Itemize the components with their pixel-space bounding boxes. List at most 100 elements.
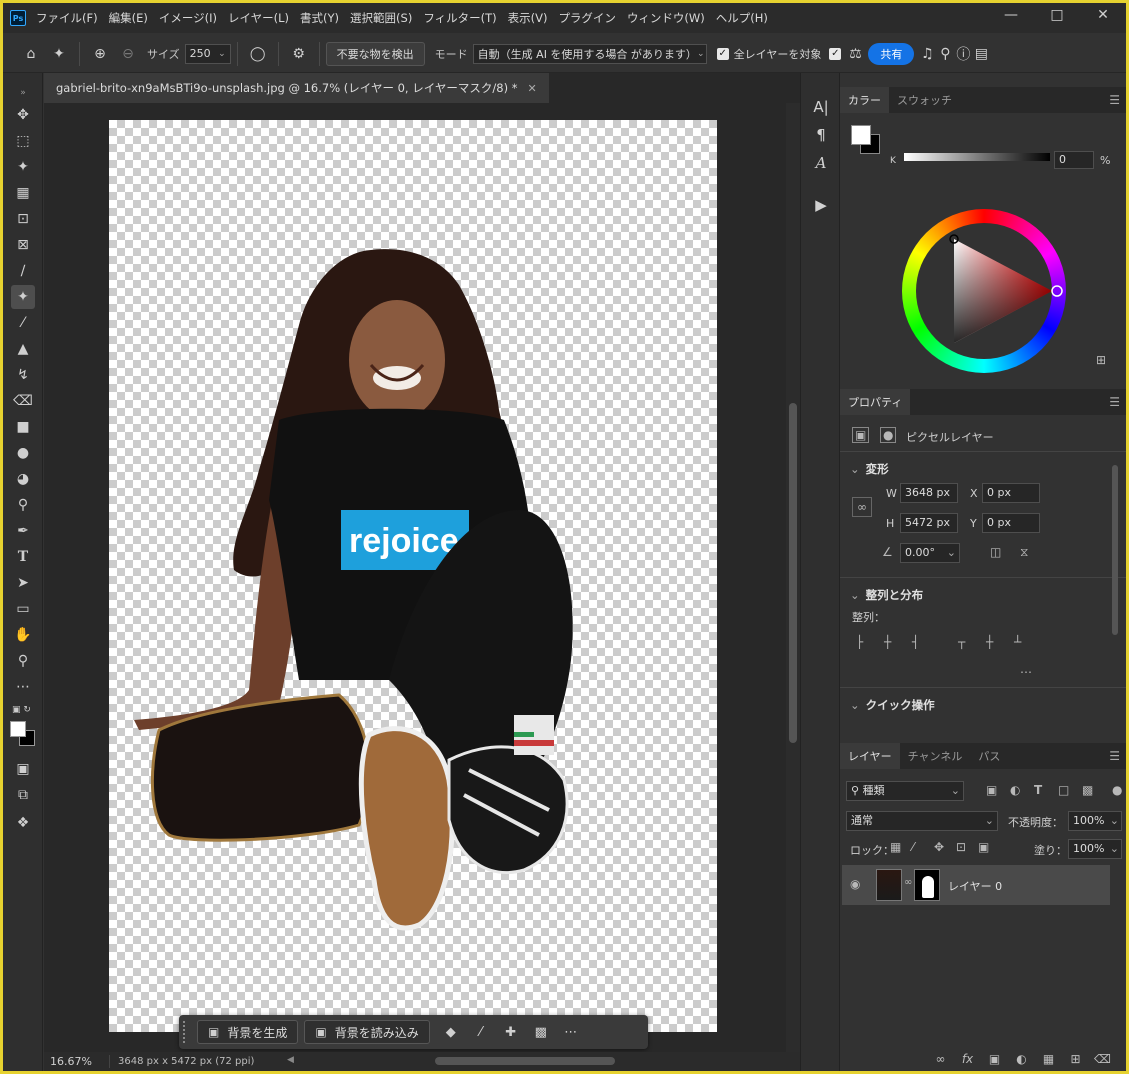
filter-toggle-icon[interactable]: ●	[1112, 783, 1122, 797]
panel-menu-icon[interactable]: ☰	[1109, 749, 1120, 763]
lock-artboard-icon[interactable]: ⊡	[956, 840, 966, 854]
align-section-title[interactable]: ⌄ 整列と分布	[850, 587, 923, 603]
pressure-icon[interactable]: ◯	[244, 41, 272, 67]
remove-tool-icon[interactable]: ✦	[11, 285, 35, 309]
document-canvas[interactable]: rejoice	[109, 120, 717, 1032]
k-slider[interactable]	[904, 153, 1050, 161]
quick-select-tool-icon[interactable]: ▦	[11, 181, 35, 205]
menu-layer[interactable]: レイヤー(L)	[228, 10, 289, 26]
flip-vertical-icon[interactable]: ⧖	[1020, 545, 1028, 560]
brush-icon[interactable]: ⁄	[466, 1020, 496, 1044]
align-center-v-icon[interactable]: ┼	[986, 635, 993, 649]
menu-edit[interactable]: 編集(E)	[109, 10, 148, 26]
k-value-field[interactable]: 0	[1054, 151, 1094, 169]
filter-pixel-icon[interactable]: ▣	[986, 783, 997, 797]
fx-icon[interactable]: fx	[954, 1052, 981, 1066]
help-icon[interactable]: ⓘ	[954, 41, 972, 67]
layer-filter-kind-select[interactable]: ⚲ 種類 ⌄	[846, 781, 964, 801]
settings-gear-icon[interactable]: ⚙	[285, 41, 313, 67]
x-field[interactable]: 0 px	[982, 483, 1040, 503]
default-colors-icon[interactable]: ▣ ↻	[12, 705, 34, 715]
import-background-button[interactable]: ▣ 背景を読み込み	[304, 1020, 430, 1044]
search-icon[interactable]: ⚲	[936, 41, 954, 67]
crop-tool-icon[interactable]: ⊡	[11, 207, 35, 231]
width-field[interactable]: 3648 px	[900, 483, 958, 503]
eyedropper-tool-icon[interactable]: ∕	[11, 259, 35, 283]
align-right-icon[interactable]: ┤	[912, 635, 919, 649]
close-icon[interactable]: ✕	[1080, 3, 1126, 27]
new-group-icon[interactable]: ▦	[1035, 1052, 1062, 1066]
home-icon[interactable]: ⌂	[17, 41, 45, 67]
lock-pixels-icon[interactable]: ⁄	[912, 840, 914, 854]
horizontal-scrollbar[interactable]: ◀	[285, 1052, 800, 1071]
glyphs-panel-icon[interactable]: A	[809, 151, 833, 175]
menu-type[interactable]: 書式(Y)	[300, 10, 339, 26]
delete-layer-icon[interactable]: ⌫	[1089, 1052, 1116, 1066]
filter-type-icon[interactable]: T	[1034, 783, 1042, 797]
close-tab-icon[interactable]: ✕	[527, 82, 536, 95]
align-bottom-icon[interactable]: ┴	[1014, 635, 1021, 649]
character-panel-icon[interactable]: A|	[809, 95, 833, 119]
hand-tool-icon[interactable]: ✋	[11, 623, 35, 647]
color-wheel[interactable]	[902, 209, 1066, 373]
more-align-icon[interactable]: ⋯	[1020, 665, 1032, 679]
menu-plugins[interactable]: プラグイン	[558, 10, 616, 26]
adjustment-layer-icon[interactable]: ◐	[1008, 1052, 1035, 1066]
tab-properties[interactable]: プロパティ	[840, 389, 911, 415]
expand-plus-icon[interactable]: ⊞	[1096, 353, 1106, 367]
filter-shape-icon[interactable]: □	[1058, 783, 1069, 797]
move-tool-icon[interactable]: ✥	[11, 103, 35, 127]
angle-field[interactable]: 0.00° ⌄	[900, 543, 960, 563]
color-triangle[interactable]	[902, 209, 1066, 373]
panel-menu-icon[interactable]: ☰	[1109, 93, 1120, 107]
stamp-tool-icon[interactable]: ▲	[11, 337, 35, 361]
layer-name[interactable]: レイヤー 0	[948, 878, 1002, 894]
layer-row[interactable]: ◉ ∞ レイヤー 0	[842, 865, 1110, 905]
flask-icon[interactable]: ⚖	[846, 41, 864, 67]
menu-select[interactable]: 選択範囲(S)	[350, 10, 412, 26]
lock-all-icon[interactable]: ▣	[978, 840, 989, 854]
menu-view[interactable]: 表示(V)	[508, 10, 548, 26]
foreground-color-swatch[interactable]	[10, 721, 26, 737]
menu-help[interactable]: ヘルプ(H)	[716, 10, 768, 26]
paragraph-panel-icon[interactable]: ¶	[809, 123, 833, 147]
zoom-level[interactable]: 16.67%	[44, 1055, 110, 1068]
pen-tool-icon[interactable]: ✒	[11, 519, 35, 543]
object-select-tool-icon[interactable]: ✦	[11, 155, 35, 179]
share-button[interactable]: 共有	[868, 42, 915, 65]
size-field[interactable]: 250 ⌄	[184, 43, 231, 64]
fill-field[interactable]: 100% ⌄	[1068, 839, 1122, 859]
zoom-tool-icon[interactable]: ⚲	[11, 649, 35, 673]
drag-handle[interactable]	[183, 1021, 189, 1043]
type-tool-icon[interactable]: T	[11, 545, 35, 569]
menu-file[interactable]: ファイル(F)	[36, 10, 98, 26]
mask-link-icon[interactable]: ∞	[904, 877, 912, 888]
generate-background-button[interactable]: ▣ 背景を生成	[197, 1020, 299, 1044]
menu-filter[interactable]: フィルター(T)	[423, 10, 496, 26]
minimize-icon[interactable]: —	[988, 3, 1034, 27]
tab-color[interactable]: カラー	[840, 87, 889, 113]
history-brush-tool-icon[interactable]: ↯	[11, 363, 35, 387]
scroll-left-icon[interactable]: ◀	[287, 1055, 294, 1065]
color-foreground-swatch[interactable]	[851, 125, 871, 145]
blend-mode-select[interactable]: 通常 ⌄	[846, 811, 998, 831]
actions-play-icon[interactable]: ▶	[809, 193, 833, 217]
filter-smart-object-icon[interactable]: ▩	[1082, 783, 1093, 797]
add-stroke-icon[interactable]: ⊕	[86, 41, 114, 67]
link-icon[interactable]: ∞	[852, 497, 872, 517]
fill-bucket-icon[interactable]: ◆	[436, 1020, 466, 1044]
more-options-icon[interactable]: ⋯	[556, 1020, 586, 1044]
generative-icon[interactable]: ❖	[11, 811, 35, 835]
layer-mask-thumbnail[interactable]	[914, 869, 940, 901]
blur-tool-icon[interactable]: ●	[11, 441, 35, 465]
height-field[interactable]: 5472 px	[900, 513, 958, 533]
flip-horizontal-icon[interactable]: ◫	[990, 545, 1001, 559]
opacity-field[interactable]: 100% ⌄	[1068, 811, 1122, 831]
maximize-icon[interactable]: □	[1034, 3, 1080, 27]
tab-swatches[interactable]: スウォッチ	[889, 87, 960, 113]
align-center-h-icon[interactable]: ┼	[884, 635, 891, 649]
filter-adjustment-icon[interactable]: ◐	[1010, 783, 1020, 797]
remove-tool-preset-icon[interactable]: ✦	[45, 41, 73, 67]
path-select-tool-icon[interactable]: ➤	[11, 571, 35, 595]
brush-add-icon[interactable]: ✚	[496, 1020, 526, 1044]
